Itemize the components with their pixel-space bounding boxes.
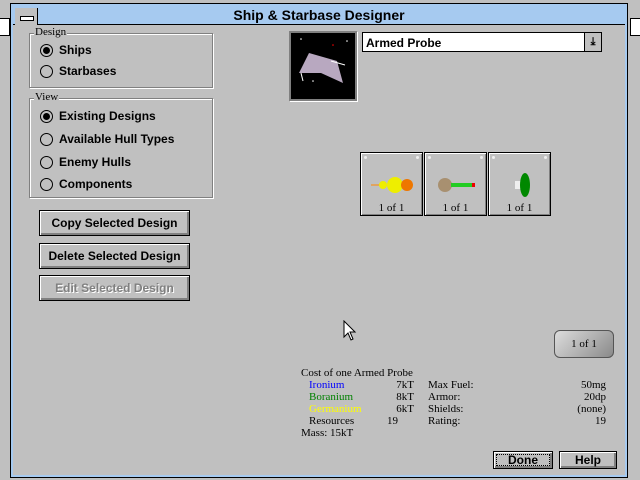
component-slot[interactable]: 1 of 1: [424, 152, 487, 216]
dropdown-arrow-icon[interactable]: ⤓: [584, 33, 601, 51]
spec-label: Max Fuel:: [428, 379, 474, 391]
radio-existing-designs[interactable]: Existing Designs: [40, 109, 156, 123]
done-button[interactable]: Done: [493, 451, 553, 469]
radio-label: Ships: [59, 43, 92, 57]
boranium-value: 8kT: [396, 391, 414, 403]
title-bar: Ship & Starbase Designer: [13, 6, 625, 26]
ironium-label: Ironium: [309, 379, 345, 391]
spec-value: 19: [595, 415, 606, 427]
resources-label: Resources: [309, 415, 355, 427]
radio-dot: [40, 109, 53, 123]
mass-value: Mass: 15kT: [301, 427, 354, 439]
engine-icon: [371, 177, 413, 193]
spec-value: 20dp: [584, 391, 606, 403]
radio-available-hull-types[interactable]: Available Hull Types: [40, 132, 174, 146]
view-group: View Existing Designs Available Hull Typ…: [29, 91, 213, 198]
copy-design-button[interactable]: Copy Selected Design: [39, 210, 190, 236]
slot-count: 1 of 1: [506, 202, 533, 214]
spec-value: 50mg: [580, 379, 606, 391]
germanium-label: Germanium: [309, 403, 362, 415]
ship-image: [289, 31, 357, 101]
slot-count: 1 of 1: [442, 202, 469, 214]
radio-components[interactable]: Components: [40, 177, 132, 191]
spec-label: Rating:: [428, 415, 461, 427]
client-area: Design Ships Starbases View Existing Des…: [13, 25, 625, 475]
weapon-icon: [438, 178, 475, 192]
view-group-label: View: [34, 91, 60, 103]
mouse-cursor-icon: [343, 320, 357, 341]
spec-label: Armor:: [428, 391, 461, 403]
radio-enemy-hulls[interactable]: Enemy Hulls: [40, 155, 131, 169]
resources-value: 19: [387, 415, 398, 427]
edit-design-button: Edit Selected Design: [39, 275, 190, 301]
help-button[interactable]: Help: [559, 451, 617, 469]
scanner-icon: [515, 173, 530, 197]
cost-title: Cost of one Armed Probe: [301, 367, 413, 379]
ship-icon: [299, 38, 348, 83]
ironium-value: 7kT: [396, 379, 414, 391]
radio-ships[interactable]: Ships: [40, 43, 92, 57]
design-select-value: Armed Probe: [366, 36, 442, 50]
design-select[interactable]: Armed Probe ⤓: [362, 32, 602, 52]
germanium-value: 6kT: [396, 403, 414, 415]
radio-dot: [40, 132, 53, 146]
component-slot[interactable]: 1 of 1: [360, 152, 423, 216]
radio-label: Enemy Hulls: [59, 155, 132, 169]
radio-label: Available Hull Types: [59, 132, 175, 146]
bg-strip: [630, 18, 640, 36]
hull-counter-button[interactable]: 1 of 1: [554, 330, 614, 358]
designer-window: Ship & Starbase Designer Design Ships St…: [10, 3, 628, 478]
bg-strip: [0, 18, 10, 36]
delete-design-button[interactable]: Delete Selected Design: [39, 243, 190, 269]
system-menu-button[interactable]: [15, 8, 38, 26]
design-group-label: Design: [34, 26, 68, 38]
radio-starbases[interactable]: Starbases: [40, 64, 116, 78]
specs-panel: Max Fuel: 50mg Armor: 20dp Shields: (none) …: [428, 379, 606, 427]
component-slot[interactable]: 1 of 1: [488, 152, 551, 216]
radio-label: Starbases: [59, 64, 117, 78]
radio-dot: [40, 64, 53, 78]
radio-label: Existing Designs: [59, 109, 156, 123]
radio-dot: [40, 43, 53, 57]
window-title: Ship & Starbase Designer: [233, 7, 405, 23]
spec-value: (none): [577, 403, 606, 415]
radio-dot: [40, 177, 53, 191]
spec-label: Shields:: [428, 403, 464, 415]
cost-panel: Cost of one Armed Probe Ironium 7kT Boran…: [301, 367, 421, 439]
radio-label: Components: [59, 177, 133, 191]
slot-count: 1 of 1: [378, 202, 405, 214]
design-group: Design Ships Starbases: [29, 26, 213, 88]
boranium-label: Boranium: [309, 391, 353, 403]
radio-dot: [40, 155, 53, 169]
